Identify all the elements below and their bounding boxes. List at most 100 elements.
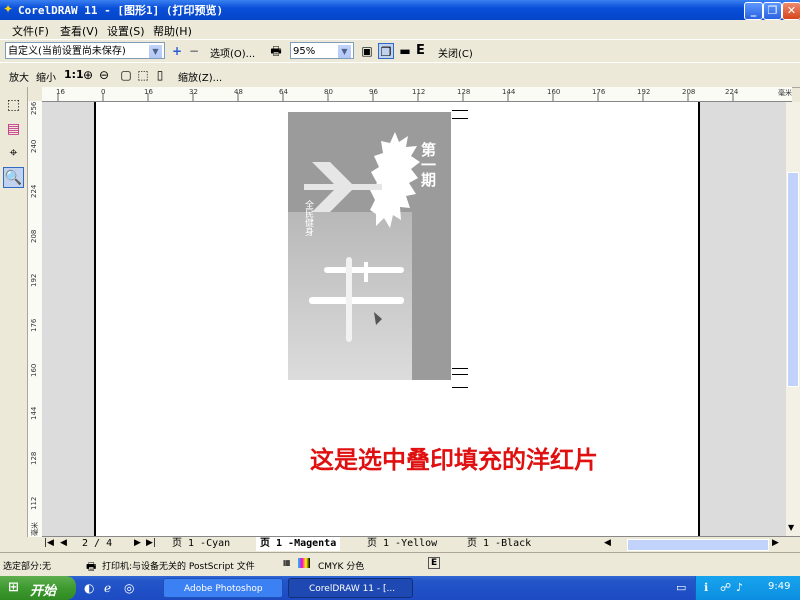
zoom-select[interactable]: 95% ▼ [290, 42, 354, 59]
horizontal-scroll-thumb[interactable] [627, 539, 769, 551]
scale-button[interactable]: 缩放(Z)... [178, 69, 222, 84]
next-page-icon[interactable]: ▶ [134, 538, 141, 548]
task-photoshop[interactable]: Adobe Photoshop [163, 578, 283, 598]
plate-right-strip [412, 232, 451, 380]
zoom-out-icon[interactable]: ⊖ [96, 67, 112, 83]
windows-logo-icon: ⊞ [8, 580, 19, 595]
imposition-tool-icon[interactable]: ▤ [3, 119, 24, 140]
zoom-in-icon[interactable]: ⊕ [80, 67, 96, 83]
crop-mark [452, 374, 468, 375]
task-photoshop-label: Adobe Photoshop [184, 584, 263, 594]
scroll-down-icon[interactable]: ▼ [788, 523, 794, 532]
minimize-button[interactable]: _ [744, 2, 763, 20]
options-button[interactable]: 选项(O)... [210, 45, 255, 60]
page-tab-bar: |◀ ◀ 2 / 4 ▶ ▶| 页 1 -Cyan 页 1 -Magenta 页… [42, 536, 800, 552]
tab-black[interactable]: 页 1 -Black [467, 537, 531, 551]
zoom-chevron-down-icon[interactable]: ▼ [337, 44, 352, 58]
printer-icon[interactable]: 🖶 [268, 43, 284, 59]
aircraft-graphic [309, 257, 404, 342]
menu-file[interactable]: 文件(F) [12, 23, 49, 39]
print-style-select[interactable]: 自定义(当前设置尚未保存) ▼ [5, 42, 165, 59]
page-edge-right [698, 102, 700, 536]
crop-mark [452, 118, 468, 119]
ie-icon[interactable]: ℯ [104, 581, 111, 595]
task-coreldraw[interactable]: CorelDRAW 11 - [... [288, 578, 413, 598]
start-button[interactable]: ⊞ 开始 [0, 576, 76, 600]
status-bar: 选定部分:无 🖶 打印机:与设备无关的 PostScript 文件 ▦ CMYK… [0, 552, 800, 577]
printer-status: 打印机:与设备无关的 PostScript 文件 [102, 562, 255, 572]
mirror-e-button[interactable]: E [416, 43, 425, 58]
last-page-icon[interactable]: ▶| [146, 538, 156, 548]
window-title: CorelDRAW 11 - [图形1] (打印预览) [18, 4, 224, 17]
remove-style-icon[interactable]: − [186, 43, 202, 59]
pick-tool-icon[interactable]: ⬚ [3, 95, 24, 116]
scroll-left-icon[interactable]: ◀ [604, 538, 611, 548]
menu-view[interactable]: 查看(V) [60, 23, 98, 39]
vruler-tick: 160 [30, 363, 38, 377]
preview-canvas[interactable]: 第一期 全民健身 这是选中叠印填充的洋红片 [42, 102, 786, 536]
chevron-down-icon[interactable]: ▼ [148, 44, 163, 58]
separation-status: CMYK 分色 [318, 562, 365, 572]
prev-page-icon[interactable]: ◀ [60, 538, 67, 548]
magenta-plate[interactable]: 第一期 全民健身 [288, 112, 451, 380]
close-window-button[interactable]: ✕ [782, 2, 800, 20]
network-icon[interactable]: ☍ [720, 581, 731, 594]
fit-width-icon[interactable]: ⬚ [135, 67, 151, 83]
scroll-right-icon[interactable]: ▶ [772, 538, 779, 548]
separations-icon[interactable]: ❐ [378, 43, 394, 59]
restore-button[interactable]: ❐ [763, 2, 782, 20]
menu-help[interactable]: 帮助(H) [153, 23, 192, 39]
taskbar: ⊞ 开始 ◐ ℯ ◎ Adobe Photoshop CorelDRAW 11 … [0, 576, 800, 600]
tab-yellow[interactable]: 页 1 -Yellow [367, 537, 437, 551]
vruler-unit: 毫米 [31, 522, 39, 536]
vruler-tick: 112 [30, 496, 38, 510]
clock: 9:49 [768, 581, 791, 592]
vertical-ruler[interactable]: 256 240 224 208 192 176 160 144 128 112 … [28, 101, 43, 537]
vruler-tick: 240 [30, 139, 38, 153]
menu-bar: 文件(F) 查看(V) 设置(S) 帮助(H) [0, 20, 800, 39]
issue-vertical-text: 第一期 [419, 142, 437, 187]
zoom-out-button[interactable]: 缩小 [36, 69, 56, 84]
explorer-icon[interactable]: ◎ [124, 581, 134, 595]
vruler-tick: 224 [30, 184, 38, 198]
start-label: 开始 [30, 584, 57, 599]
tab-magenta[interactable]: 页 1 -Magenta [256, 537, 341, 551]
title-bar: ✦ CorelDRAW 11 - [图形1] (打印预览) _ ❐ ✕ [0, 0, 800, 20]
task-coreldraw-label: CorelDRAW 11 - [... [309, 584, 396, 594]
vruler-tick: 144 [30, 406, 38, 420]
add-style-icon[interactable]: + [169, 43, 185, 59]
toolbox: ⬚ ▤ ⌖ 🔍 [0, 87, 28, 537]
page-counter: 2 / 4 [82, 538, 113, 549]
first-page-icon[interactable]: |◀ [44, 538, 54, 548]
vertical-scrollbar[interactable]: ▼ [786, 102, 800, 536]
page-edge-left [94, 102, 96, 536]
cmyk-swatch-icon [298, 558, 310, 568]
ime-icon[interactable]: ℹ [704, 581, 708, 594]
crop-mark [452, 387, 468, 388]
invert-icon[interactable]: ▬ [397, 43, 413, 59]
full-screen-icon[interactable]: ▣ [359, 43, 375, 59]
tab-cyan[interactable]: 页 1 -Cyan [172, 537, 230, 551]
vertical-scroll-thumb[interactable] [787, 172, 799, 387]
zoom-tool-icon[interactable]: 🔍 [3, 167, 24, 188]
arrow-logo [304, 162, 382, 212]
horizontal-ruler[interactable]: 16 0 16 32 48 64 80 96 112 128 144 160 1… [42, 87, 792, 102]
keyboard-icon[interactable]: ▭ [676, 581, 686, 594]
vruler-tick: 176 [30, 318, 38, 332]
annotation-text: 这是选中叠印填充的洋红片 [310, 446, 598, 474]
zoom-toolbar: 放大 缩小 1:1 ⊕ ⊖ ▢ ⬚ ▯ 缩放(Z)... [0, 62, 800, 88]
mirror-status: E [428, 557, 441, 569]
printer-status-icon: 🖶 [86, 560, 97, 573]
zoom-in-button[interactable]: 放大 [9, 69, 29, 84]
fit-page-icon[interactable]: ▢ [118, 67, 134, 83]
menu-settings[interactable]: 设置(S) [107, 23, 145, 39]
coreldraw-icon: ✦ [3, 2, 14, 16]
volume-icon[interactable]: ♪ [736, 581, 743, 594]
close-preview-button[interactable]: 关闭(C) [438, 45, 473, 60]
ruler-corner [28, 87, 42, 101]
left-margin-area [42, 102, 95, 536]
fit-height-icon[interactable]: ▯ [152, 67, 168, 83]
marks-tool-icon[interactable]: ⌖ [3, 143, 24, 164]
system-tray: ℹ ☍ ♪ 9:49 [695, 576, 800, 600]
quicklaunch-icon[interactable]: ◐ [84, 581, 94, 595]
